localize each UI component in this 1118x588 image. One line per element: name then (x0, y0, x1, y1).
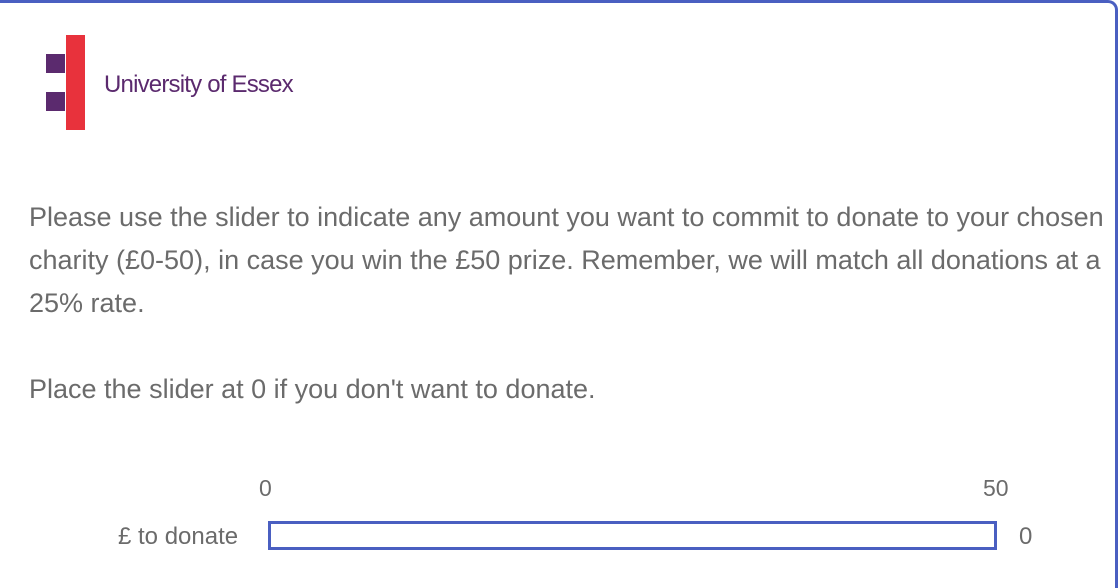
logo-square (46, 54, 65, 73)
logo-text: University of Essex (104, 71, 294, 98)
question-instruction: Place the slider at 0 if you don't want … (29, 374, 596, 404)
university-logo: University of Essex (44, 33, 344, 133)
logo-square (66, 92, 85, 111)
slider-label: £ to donate (118, 523, 239, 550)
logo-square (66, 35, 85, 54)
slider-min-label: 0 (259, 475, 272, 501)
logo-square (66, 111, 85, 130)
question-paragraph: Please use the slider to indicate any am… (29, 202, 1104, 318)
slider-value: 0 (1019, 523, 1033, 550)
donation-slider[interactable] (268, 521, 997, 550)
logo-square (66, 73, 85, 92)
logo-square (66, 54, 85, 73)
slider-max-label: 50 (983, 475, 1009, 501)
survey-page: University of Essex Please use the slide… (0, 0, 1118, 588)
logo-square (46, 92, 65, 111)
question-text: Please use the slider to indicate any am… (29, 196, 1114, 411)
